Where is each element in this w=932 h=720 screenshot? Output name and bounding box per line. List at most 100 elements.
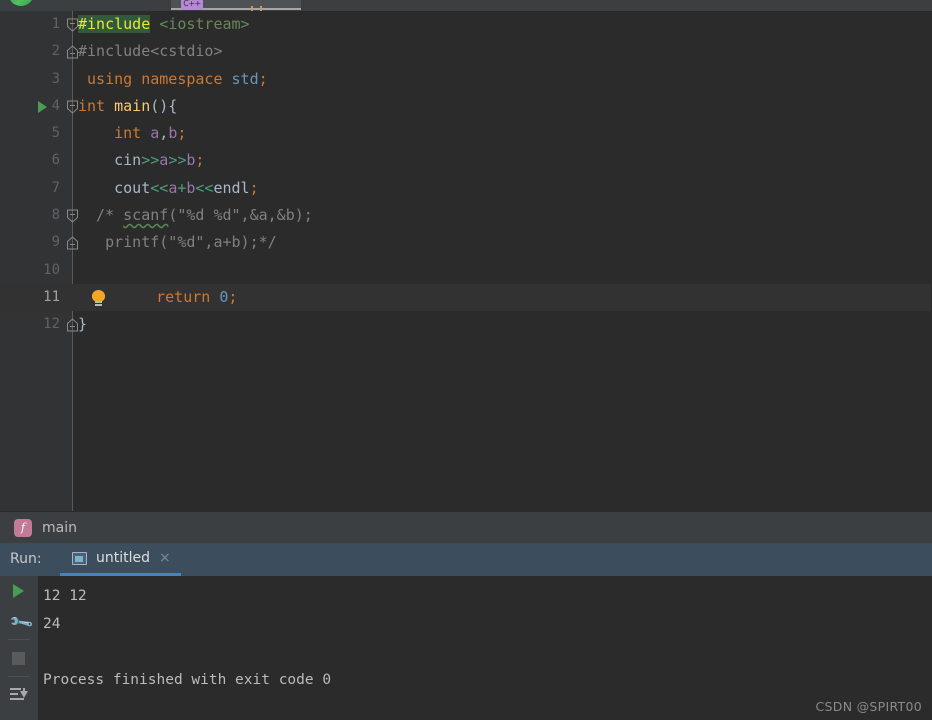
fold-collapse-start-icon[interactable] — [67, 18, 78, 32]
code-line[interactable]: 3 using namespace std; — [0, 66, 932, 93]
code-token: int — [78, 96, 106, 115]
editor-tab-strip: C++ — [0, 0, 932, 11]
close-icon[interactable]: × — [159, 551, 171, 565]
code-token: >> — [141, 151, 160, 170]
line-number: 9 — [51, 234, 60, 251]
code-text: #include <iostream> — [78, 11, 250, 38]
code-token: #include<cstdio> — [78, 42, 223, 61]
console-output[interactable]: 12 12 24 Process finished with exit code … — [38, 576, 932, 720]
fold-collapse-end-icon[interactable] — [67, 45, 78, 59]
line-number: 10 — [43, 261, 60, 278]
toolbar-divider-2 — [8, 676, 30, 677]
code-token: endl — [213, 178, 250, 197]
code-token: /* — [78, 206, 124, 225]
code-token: ("%d %d",&a,&b); — [168, 206, 313, 225]
code-token: b — [168, 124, 178, 143]
code-token: cout — [78, 178, 151, 197]
line-number: 2 — [51, 43, 60, 60]
rerun-button[interactable] — [0, 576, 38, 606]
editor-tab-cpp-file[interactable]: C++ — [171, 0, 301, 11]
code-token: (){ — [150, 96, 178, 115]
run-console: 🔧 12 12 24 Process finished with exit cod… — [0, 576, 932, 720]
code-token: int — [114, 124, 142, 143]
code-token: ; — [258, 69, 268, 88]
code-token: printf("%d",a+b);*/ — [78, 233, 277, 252]
run-tab-untitled[interactable]: untitled × — [60, 543, 181, 576]
code-token: std — [231, 69, 259, 88]
clion-logo-icon — [8, 0, 34, 6]
line-number: 12 — [43, 316, 60, 333]
code-line[interactable]: 12} — [0, 311, 932, 338]
code-text: cin>>a>>b; — [78, 147, 204, 174]
code-text: int main(){ — [78, 93, 177, 120]
cpp-file-icon: C++ — [181, 0, 203, 10]
code-text: #include<cstdio> — [78, 38, 223, 65]
stop-square-icon — [12, 652, 25, 665]
fold-collapse-end-icon[interactable] — [67, 318, 78, 332]
line-number: 11 — [43, 288, 60, 305]
play-icon — [13, 584, 24, 598]
code-token: >> — [168, 151, 187, 170]
code-line[interactable]: 10 — [0, 257, 932, 284]
toolbar-divider — [8, 639, 30, 640]
console-line: Process finished with exit code 0 — [43, 672, 332, 688]
code-token: ; — [195, 151, 205, 170]
stop-button[interactable] — [0, 643, 38, 673]
code-line[interactable]: 5 int a,b; — [0, 120, 932, 147]
line-number: 6 — [51, 152, 60, 169]
code-line[interactable]: 7 cout<<a+b<<endl; — [0, 175, 932, 202]
code-text: using namespace std; — [78, 66, 268, 93]
code-token: ; — [177, 124, 187, 143]
run-tab-label: untitled — [96, 550, 151, 566]
breadcrumb-label[interactable]: main — [42, 520, 77, 536]
code-token: <iostream> — [159, 15, 250, 33]
code-token: << — [195, 178, 214, 197]
code-token: main — [114, 96, 151, 115]
run-configuration-button[interactable]: 🔧 — [0, 606, 38, 636]
intention-bulb-icon[interactable] — [92, 289, 105, 306]
code-line[interactable]: 9 printf("%d",a+b);*/ — [0, 229, 932, 256]
watermark: CSDN @SPIRT00 — [815, 699, 922, 714]
code-line[interactable]: 2 #include<cstdio> — [0, 38, 932, 65]
code-line[interactable]: 1 #include <iostream> — [0, 11, 932, 38]
code-line[interactable]: 8 /* scanf("%d %d",&a,&b); — [0, 202, 932, 229]
code-text: /* scanf("%d %d",&a,&b); — [78, 202, 313, 229]
code-token: return — [156, 287, 211, 306]
console-line: 24 — [43, 616, 61, 632]
breadcrumb[interactable]: f main — [0, 511, 932, 543]
code-text: int a,b; — [78, 120, 186, 147]
function-icon: f — [14, 518, 32, 537]
fold-collapse-start-icon[interactable] — [67, 209, 78, 223]
code-token: , — [159, 124, 169, 143]
scroll-to-end-icon — [10, 688, 28, 703]
tab-decoration-bars — [251, 0, 269, 11]
code-token: ; — [228, 287, 238, 306]
code-text: } — [78, 311, 87, 338]
line-number: 4 — [51, 97, 60, 114]
code-text: printf("%d",a+b);*/ — [78, 229, 277, 256]
fold-collapse-start-icon[interactable] — [67, 100, 78, 114]
scroll-to-end-button[interactable] — [0, 680, 38, 710]
code-line[interactable]: 11 return 0; — [0, 283, 932, 312]
code-line[interactable]: 4 int main(){ — [0, 93, 932, 120]
console-window-icon — [72, 551, 87, 565]
ide-window: C++ 1 #include <iostream> 2 #include<cstdio… — [0, 0, 932, 720]
run-gutter-icon[interactable] — [38, 100, 47, 113]
code-token: << — [150, 178, 169, 197]
code-editor[interactable]: 1 #include <iostream> 2 #include<cstdio> 3 u… — [0, 11, 932, 511]
code-token: using namespace — [87, 69, 223, 88]
code-line[interactable]: 6 cin>>a>>b; — [0, 147, 932, 174]
code-token: #include — [78, 15, 151, 33]
code-token: cin — [78, 151, 142, 170]
run-panel-title: Run: — [10, 551, 42, 567]
fold-collapse-end-icon[interactable] — [67, 236, 78, 250]
console-toolbar: 🔧 — [0, 576, 38, 720]
code-token: scanf — [123, 206, 169, 225]
